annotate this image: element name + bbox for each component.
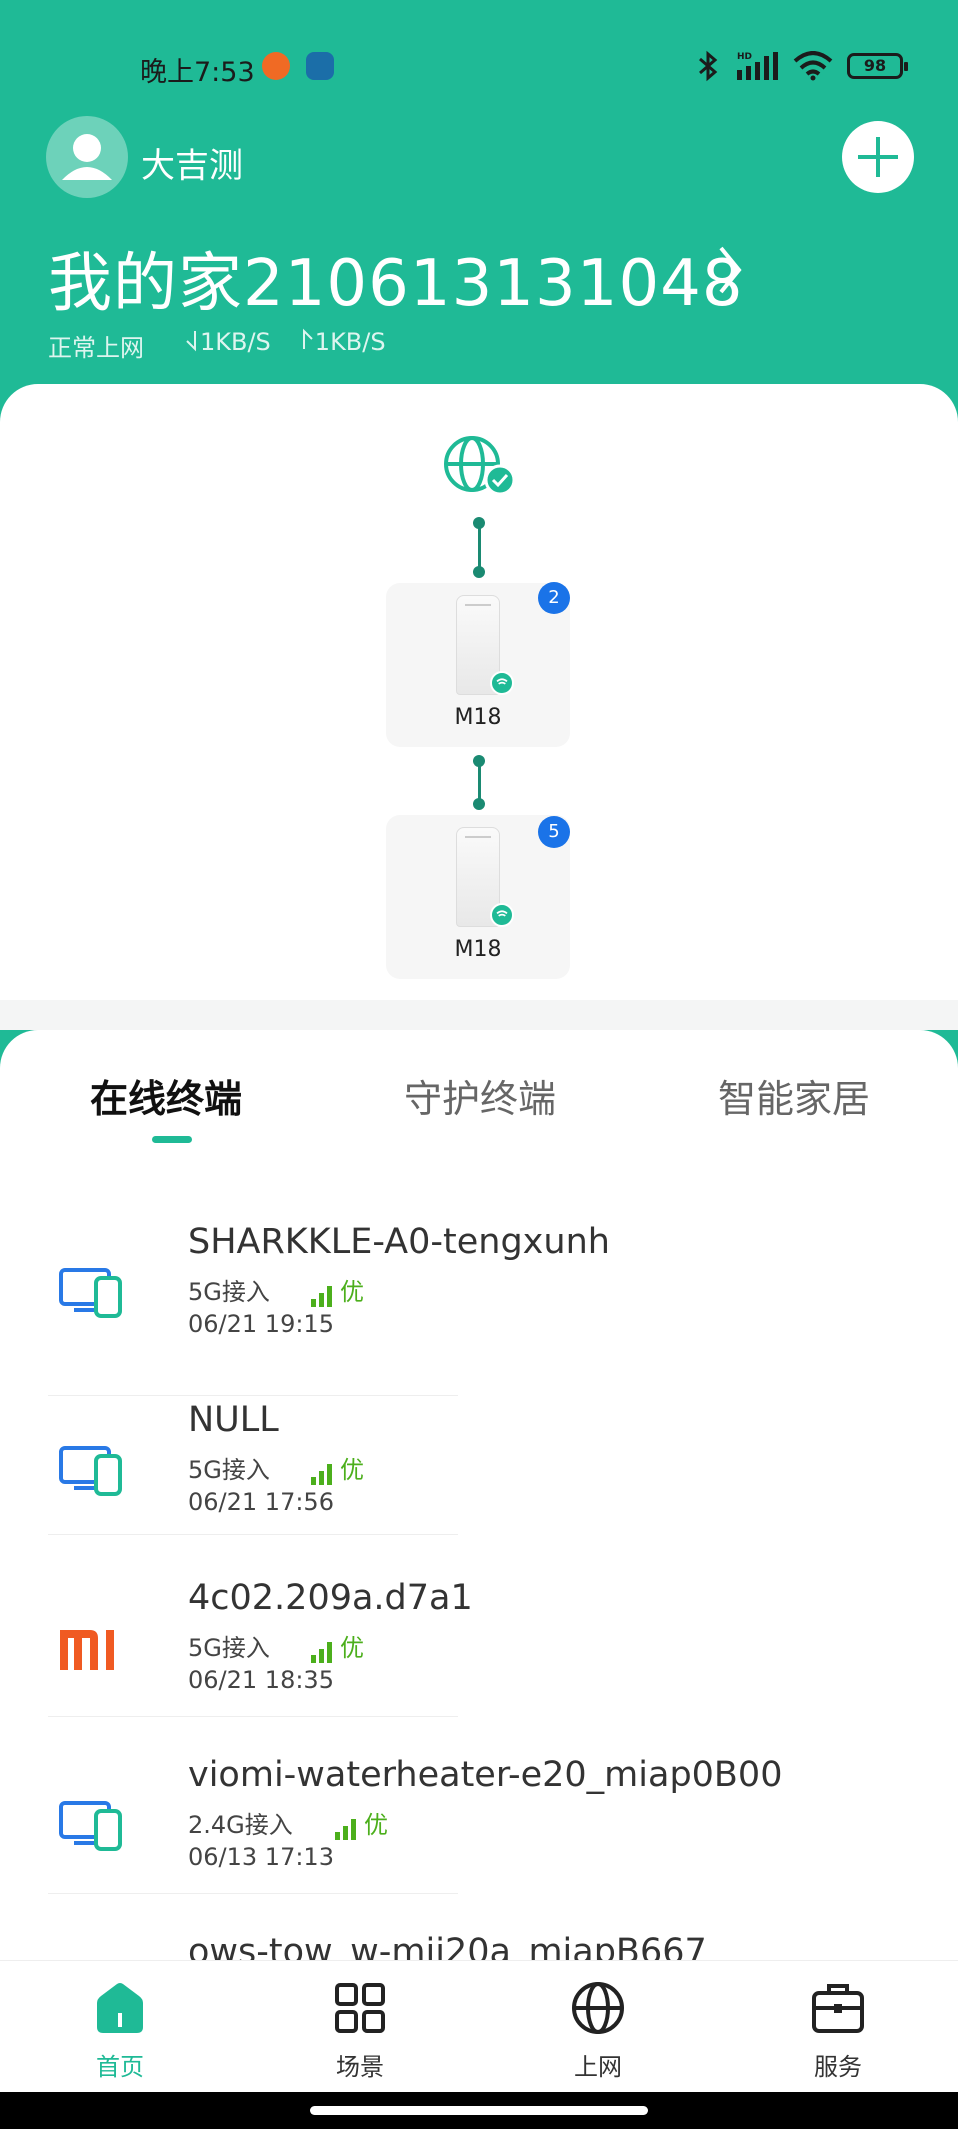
grid-icon	[335, 1983, 385, 2033]
pc-phone-icon	[59, 1268, 122, 1318]
divider	[48, 1893, 458, 1894]
status-icons: HD 98	[695, 50, 908, 82]
router-label: M18	[454, 705, 502, 730]
divider	[48, 1534, 458, 1535]
terminal-name: 4c02.209a.d7a1	[188, 1578, 473, 1618]
terminal-signal: 优	[310, 1272, 364, 1307]
plus-icon	[858, 137, 898, 177]
tab-protected-terminals[interactable]: 守护终端	[404, 1068, 556, 1123]
home-icon	[97, 1983, 143, 2033]
list-item[interactable]: NULL 5G接入 优 06/21 17:56	[0, 1400, 958, 1570]
wifi-badge-icon	[490, 903, 514, 927]
home-title[interactable]: 我的家210613131048	[48, 232, 744, 324]
nav-label: 服务	[814, 2053, 862, 2081]
download-arrow-icon	[186, 331, 196, 352]
mi-logo-icon	[60, 1630, 114, 1670]
status-time: 晚上7:53	[140, 57, 255, 88]
terminal-name: NULL	[188, 1400, 279, 1440]
divider	[48, 1716, 458, 1717]
username[interactable]: 大吉测	[141, 138, 243, 187]
status-bar: 晚上7:53 HD 98	[0, 0, 958, 130]
signal-quality: 优	[340, 1634, 364, 1662]
globe-icon	[572, 1982, 624, 2034]
terminal-time: 06/21 17:56	[188, 1488, 334, 1516]
terminal-access: 5G接入	[188, 1456, 270, 1484]
chevron-right-icon[interactable]	[715, 242, 745, 298]
user-icon	[62, 134, 112, 180]
nav-label: 场景	[336, 2053, 384, 2081]
mi-notification-icon	[262, 52, 290, 80]
device-count-badge: 5	[538, 816, 570, 848]
connector-dot	[473, 566, 485, 578]
list-item[interactable]: viomi-waterheater-e20_miap0B00 2.4G接入 优 …	[0, 1755, 958, 1925]
terminal-access: 5G接入	[188, 1278, 270, 1306]
battery-indicator: 98	[847, 53, 908, 79]
tab-online-terminals[interactable]: 在线终端	[90, 1068, 242, 1123]
terminal-name: ows-tow_w-mii20a_miapB667	[188, 1932, 707, 1960]
signal-quality: 优	[364, 1811, 388, 1839]
list-item[interactable]: SHARKKLE-A0-tengxunh 5G接入 优 06/21 19:15	[0, 1222, 958, 1392]
nav-label: 首页	[96, 2053, 144, 2081]
terminal-time: 06/13 17:13	[188, 1843, 334, 1871]
wifi-badge-icon	[490, 671, 514, 695]
download-speed: 1KB/S	[200, 328, 271, 356]
terminal-name: SHARKKLE-A0-tengxunh	[188, 1222, 610, 1262]
net-status-text: 正常上网	[48, 334, 144, 362]
upload-arrow-icon	[302, 328, 313, 349]
svg-text:HD: HD	[737, 52, 752, 62]
pc-phone-icon	[59, 1446, 122, 1496]
briefcase-icon	[812, 1984, 864, 2033]
home-indicator[interactable]	[310, 2106, 648, 2115]
upload-speed: 1KB/S	[314, 328, 386, 356]
router-label: M18	[454, 937, 502, 962]
terminal-signal: 优	[334, 1805, 388, 1840]
nav-internet[interactable]: 上网	[538, 1979, 658, 2082]
connector-dot	[473, 798, 485, 810]
list-item[interactable]: 4c02.209a.d7a1 5G接入 优 06/21 18:35	[0, 1578, 958, 1748]
signal-bars-icon	[335, 1819, 356, 1840]
nav-services[interactable]: 服务	[778, 1979, 898, 2082]
tab-smart-home[interactable]: 智能家居	[718, 1068, 870, 1123]
app-notification-icon	[306, 52, 334, 80]
connector-line	[478, 522, 481, 570]
device-count-badge: 2	[538, 582, 570, 614]
divider	[48, 1395, 458, 1396]
terminal-access: 2.4G接入	[188, 1811, 293, 1839]
terminal-signal: 优	[310, 1628, 364, 1663]
bluetooth-icon	[699, 50, 718, 82]
signal-bars-icon	[311, 1464, 332, 1485]
signal-quality: 优	[340, 1456, 364, 1484]
avatar[interactable]	[46, 116, 128, 198]
signal-bars-icon	[311, 1286, 332, 1307]
signal-icon: HD	[737, 52, 778, 80]
card-gap	[0, 1000, 958, 1030]
add-button[interactable]	[842, 121, 914, 193]
terminal-time: 06/21 18:35	[188, 1666, 334, 1694]
terminal-signal: 优	[310, 1450, 364, 1485]
bottom-navigation: 首页 场景 上网 服务	[0, 1960, 958, 2092]
signal-bars-icon	[311, 1642, 332, 1663]
active-tab-indicator	[152, 1136, 192, 1143]
terminal-time: 06/21 19:15	[188, 1310, 334, 1338]
wifi-icon	[793, 51, 833, 81]
pc-phone-icon	[59, 1801, 122, 1851]
signal-quality: 优	[340, 1278, 364, 1306]
network-status: 正常上网 1KB/S 1KB/S	[48, 328, 386, 363]
nav-label: 上网	[574, 2053, 622, 2081]
nav-scenes[interactable]: 场景	[300, 1979, 420, 2082]
internet-globe-icon[interactable]	[440, 432, 520, 502]
terminal-name: viomi-waterheater-e20_miap0B00	[188, 1755, 783, 1795]
list-item[interactable]: ows-tow_w-mii20a_miapB667	[0, 1932, 958, 1960]
terminal-access: 5G接入	[188, 1634, 270, 1662]
nav-home[interactable]: 首页	[60, 1979, 180, 2082]
